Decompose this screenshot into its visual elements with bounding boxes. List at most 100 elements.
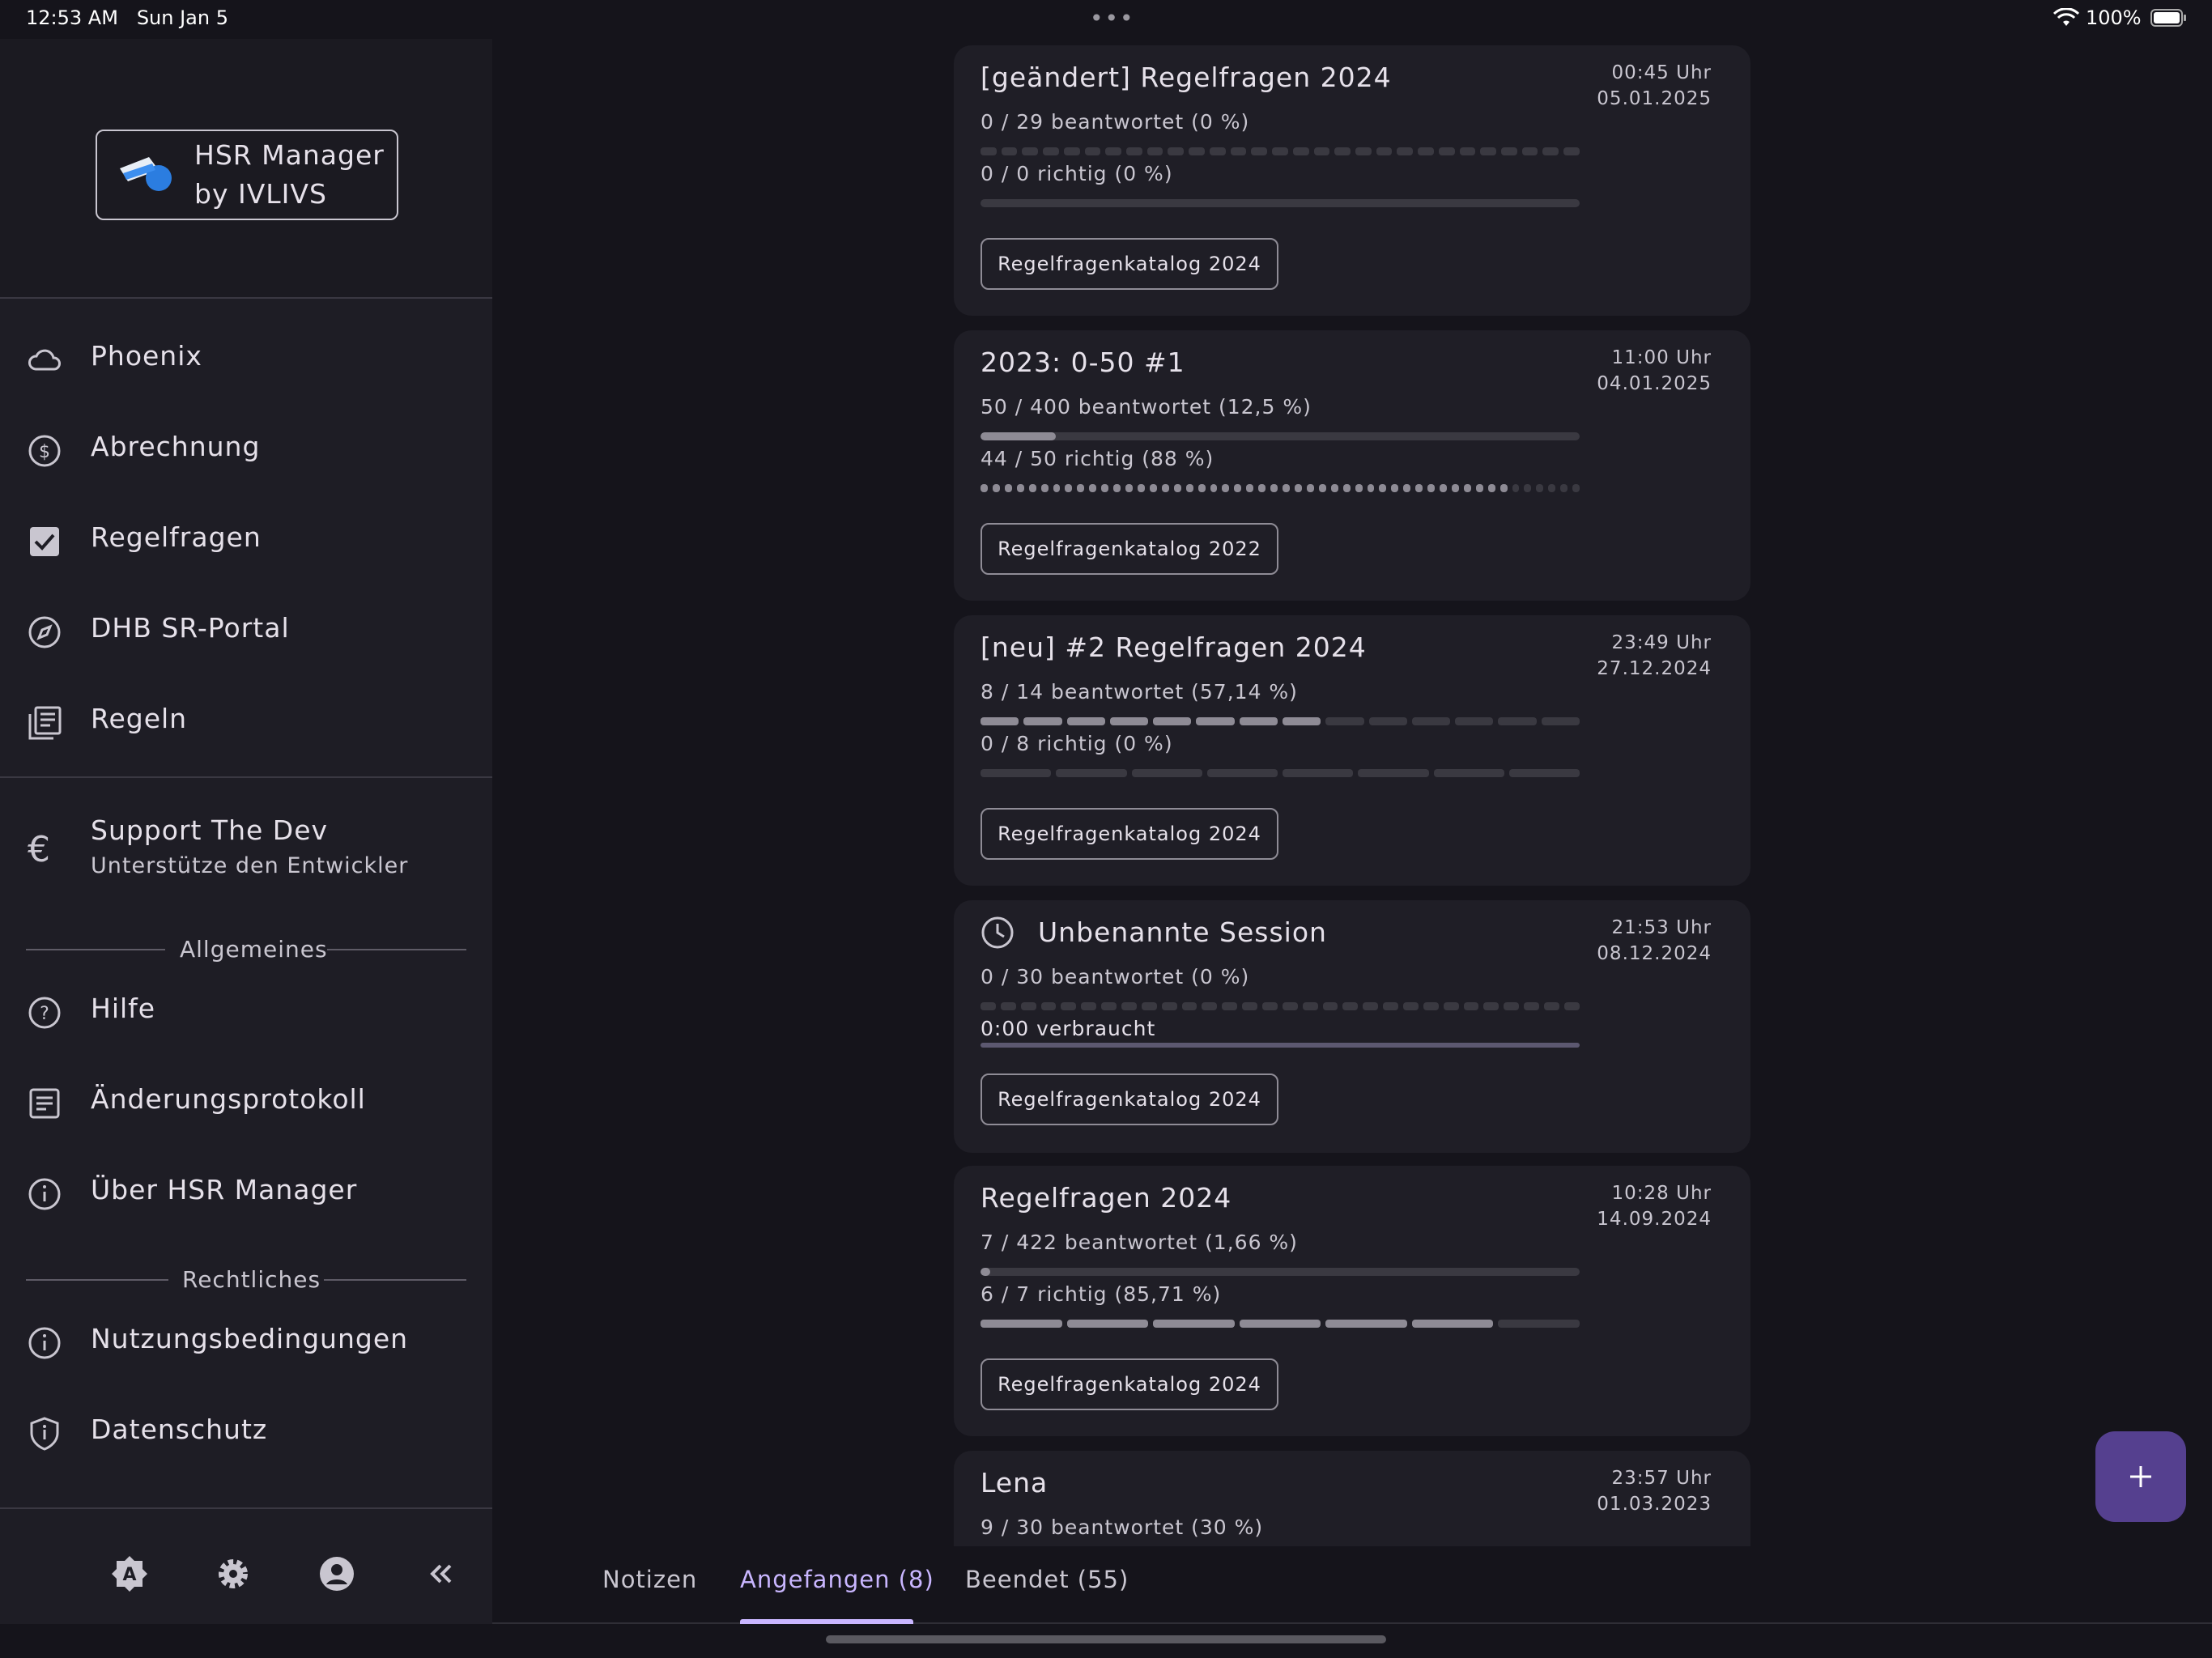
progress-segment <box>1322 1002 1338 1010</box>
progress-segment <box>1239 717 1278 725</box>
progress-segment <box>1368 717 1407 725</box>
progress-fill <box>981 1268 991 1276</box>
add-session-button[interactable] <box>2095 1431 2186 1522</box>
answered-text: 8 / 14 beantwortet (57,14 %) <box>981 680 1298 704</box>
progress-segment <box>1480 147 1496 155</box>
session-title: 2023: 0-50 #1 <box>981 346 1185 378</box>
collapse-icon[interactable] <box>421 1554 460 1593</box>
sidebar-item-label: Änderungsprotokoll <box>91 1083 366 1115</box>
sidebar-item-phoenix[interactable]: Phoenix <box>0 312 492 403</box>
progress-segment <box>1440 484 1447 492</box>
sidebar-item-regeln[interactable]: Regeln <box>0 675 492 766</box>
sidebar-divider <box>0 776 492 778</box>
progress-segment <box>1251 147 1268 155</box>
dollar-circle-icon: $ <box>28 435 61 467</box>
catalog-chip[interactable]: Regelfragenkatalog 2022 <box>981 523 1278 575</box>
progress-segment <box>1202 1002 1218 1010</box>
session-timestamp: 23:57 Uhr 01.03.2023 <box>1597 1468 1712 1515</box>
info-icon <box>28 1327 61 1359</box>
progress-segment <box>1262 1002 1278 1010</box>
session-card[interactable]: 2023: 0-50 #1 11:00 Uhr 04.01.2025 50 / 4… <box>954 330 1750 601</box>
battery-percent: 100% <box>2086 6 2142 29</box>
progress-segment <box>1342 1002 1359 1010</box>
correct-text: 0 / 8 richtig (0 %) <box>981 732 1173 755</box>
progress-segment <box>1355 484 1363 492</box>
session-card[interactable]: [neu] #2 Regelfragen 2024 23:49 Uhr 27.12… <box>954 615 1750 886</box>
progress-segment <box>1061 1002 1077 1010</box>
section-line <box>324 1279 466 1281</box>
progress-segment <box>1548 484 1556 492</box>
font-a-icon[interactable]: A <box>110 1554 149 1593</box>
progress-fill <box>981 432 1056 440</box>
progress-segment <box>1397 147 1414 155</box>
sidebar-item-ueber[interactable]: Über HSR Manager <box>0 1146 492 1237</box>
sidebar-item-hilfe[interactable]: ? Hilfe <box>0 965 492 1056</box>
progress-segment <box>1022 147 1039 155</box>
progress-segment <box>1234 484 1242 492</box>
catalog-chip[interactable]: Regelfragenkatalog 2024 <box>981 808 1278 860</box>
tab-angefangen[interactable]: Angefangen (8) <box>740 1566 934 1593</box>
correct-text: 0 / 0 richtig (0 %) <box>981 162 1173 185</box>
session-title: [neu] #2 Regelfragen 2024 <box>981 631 1367 663</box>
progress-segment <box>1451 484 1459 492</box>
progress-segment <box>1020 1002 1036 1010</box>
session-title: Unbenannte Session <box>1038 916 1327 948</box>
catalog-chip[interactable]: Regelfragenkatalog 2024 <box>981 1358 1278 1410</box>
progress-segment <box>1173 484 1181 492</box>
progress-segment <box>1043 147 1059 155</box>
progress-segment <box>1125 484 1133 492</box>
progress-segment <box>1367 484 1375 492</box>
document-stack-icon <box>28 706 62 740</box>
progress-segment <box>1040 1002 1057 1010</box>
support-dev-item[interactable]: € Support The Dev Unterstütze den Entwic… <box>0 800 492 913</box>
progress-segment <box>1282 1002 1298 1010</box>
progress-segment <box>1001 147 1018 155</box>
progress-segment <box>1463 484 1471 492</box>
gear-icon[interactable] <box>214 1554 253 1593</box>
progress-segment <box>1504 1002 1520 1010</box>
session-card[interactable]: [geändert] Regelfragen 2024 00:45 Uhr 05.… <box>954 45 1750 316</box>
progress-segment <box>1101 484 1109 492</box>
progress-segment <box>981 1002 996 1010</box>
svg-text:A: A <box>122 1565 136 1585</box>
progress-segment <box>1499 484 1508 492</box>
active-tab-indicator <box>740 1619 913 1624</box>
progress-segment <box>1168 147 1185 155</box>
progress-segment <box>1242 1002 1258 1010</box>
progress-segment <box>1536 484 1544 492</box>
sidebar-item-dhb-sr-portal[interactable]: DHB SR-Portal <box>0 585 492 675</box>
catalog-chip[interactable]: Regelfragenkatalog 2024 <box>981 1073 1278 1125</box>
progress-segment <box>1411 1320 1494 1328</box>
progress-segment <box>981 147 997 155</box>
progress-segment <box>1121 1002 1137 1010</box>
progress-segment <box>1302 1002 1318 1010</box>
sidebar-divider <box>0 297 492 299</box>
sidebar-item-aenderungsprotokoll[interactable]: Änderungsprotokoll <box>0 1056 492 1146</box>
time-progress-bar <box>981 1043 1580 1048</box>
progress-segment <box>1483 1002 1499 1010</box>
tab-beendet[interactable]: Beendet (55) <box>965 1566 1129 1593</box>
sidebar-item-datenschutz[interactable]: Datenschutz <box>0 1386 492 1477</box>
session-card[interactable]: Unbenannte Session 21:53 Uhr 08.12.2024 0… <box>954 900 1750 1153</box>
tab-notizen[interactable]: Notizen <box>602 1566 697 1593</box>
progress-segment <box>1475 484 1483 492</box>
status-bar: 12:53 AM Sun Jan 5 ••• 100% <box>0 0 2212 39</box>
progress-segment <box>1423 1002 1439 1010</box>
progress-segment <box>1161 1002 1177 1010</box>
session-timestamp: 00:45 Uhr 05.01.2025 <box>1597 62 1712 109</box>
session-card[interactable]: Regelfragen 2024 10:28 Uhr 14.09.2024 7 /… <box>954 1166 1750 1436</box>
progress-segment <box>1000 1002 1016 1010</box>
progress-segment <box>1230 147 1247 155</box>
sidebar-item-regelfragen[interactable]: Regelfragen <box>0 494 492 585</box>
progress-segment <box>1541 717 1580 725</box>
catalog-chip[interactable]: Regelfragenkatalog 2024 <box>981 238 1278 290</box>
progress-segment <box>1084 147 1101 155</box>
account-icon[interactable] <box>317 1554 356 1593</box>
sidebar-item-nutzungsbedingungen[interactable]: Nutzungsbedingungen <box>0 1295 492 1386</box>
clock-icon <box>981 916 1014 949</box>
session-card[interactable]: Lena 23:57 Uhr 01.03.2023 9 / 30 beantwor… <box>954 1451 1750 1546</box>
sidebar-item-abrechnung[interactable]: $ Abrechnung <box>0 403 492 494</box>
progress-segment <box>1508 769 1580 777</box>
multitask-dots-icon[interactable]: ••• <box>1090 5 1135 32</box>
progress-segment <box>1438 147 1455 155</box>
